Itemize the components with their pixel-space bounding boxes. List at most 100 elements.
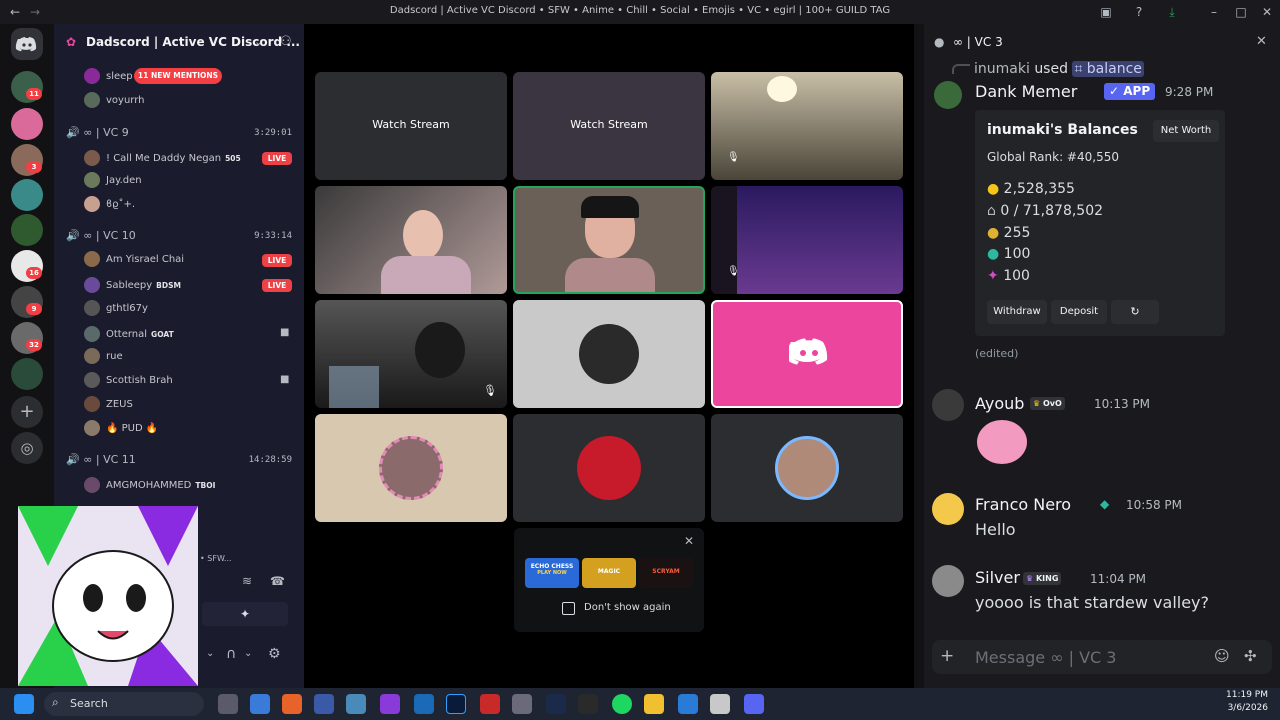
voice-member[interactable]: ! Call Me Daddy Negan 505	[84, 150, 241, 168]
avatar[interactable]	[934, 81, 962, 109]
download-icon[interactable]: ⤓	[1163, 3, 1181, 21]
voice-channel-vc10[interactable]: 🔊 ∞ | VC 10	[66, 227, 136, 245]
firefox-icon[interactable]	[282, 694, 302, 714]
settings-gear-icon[interactable]: ⚙	[268, 646, 281, 662]
app-icon[interactable]	[678, 694, 698, 714]
bot-username[interactable]: Dank Memer	[975, 82, 1077, 101]
stream-tile[interactable]: Watch Stream	[513, 72, 705, 180]
game-card-echo-chess[interactable]: ECHO CHESS PLAY NOW	[525, 558, 579, 588]
close-icon[interactable]: ✕	[1256, 34, 1267, 49]
server-icon[interactable]	[11, 358, 43, 390]
voice-member[interactable]: Am Yisrael Chai	[84, 251, 184, 269]
avatar[interactable]	[932, 493, 964, 525]
avatar-tile[interactable]	[513, 414, 705, 522]
voice-channel-vc9[interactable]: 🔊 ∞ | VC 9	[66, 124, 129, 142]
video-tile[interactable]: 🎙	[315, 300, 507, 408]
app-icon[interactable]	[380, 694, 400, 714]
notepad-icon[interactable]	[346, 694, 366, 714]
add-server-icon[interactable]: +	[11, 396, 43, 428]
message-username[interactable]: Franco Nero	[975, 495, 1071, 514]
voice-member[interactable]: rue	[84, 348, 123, 366]
refresh-button[interactable]: ↻	[1111, 300, 1159, 324]
task-view-icon[interactable]	[218, 694, 238, 714]
inbox-icon[interactable]: ▣	[1097, 3, 1115, 21]
video-tile-speaking[interactable]	[513, 186, 705, 294]
server-icon[interactable]	[11, 179, 43, 211]
dont-show-checkbox[interactable]	[562, 602, 575, 615]
photoshop-icon[interactable]	[446, 694, 466, 714]
voice-channel-vc11[interactable]: 🔊 ∞ | VC 11	[66, 451, 136, 469]
voice-member[interactable]: Otternal GOAT	[84, 326, 174, 344]
voice-member[interactable]: ZEUS	[84, 396, 133, 414]
voice-member[interactable]: Sableepy BDSM	[84, 277, 181, 295]
steam-icon[interactable]	[546, 694, 566, 714]
user-avatar	[775, 436, 839, 500]
file-explorer-icon[interactable]	[644, 694, 664, 714]
watch-stream-label: Watch Stream	[570, 118, 648, 131]
app-icon[interactable]	[710, 694, 730, 714]
member-item[interactable]: voyurrh	[84, 92, 145, 110]
server-icon[interactable]	[11, 108, 43, 140]
windows-start-icon[interactable]	[14, 694, 34, 714]
avatar-tile[interactable]	[315, 414, 507, 522]
chevron-down-icon[interactable]: ⌄	[206, 648, 214, 659]
disconnect-icon[interactable]: ☎	[270, 574, 285, 588]
maximize-icon[interactable]: □	[1232, 3, 1250, 21]
avatar-tile[interactable]	[711, 414, 903, 522]
command-mention[interactable]: ⌗ balance	[1072, 61, 1144, 77]
help-icon[interactable]: ?	[1130, 3, 1148, 21]
stream-tile[interactable]: 🎙	[711, 186, 903, 294]
member-name: sleep	[106, 71, 133, 82]
apps-icon[interactable]: ✣	[1244, 647, 1257, 665]
audio-app-icon[interactable]	[578, 694, 598, 714]
copilot-icon[interactable]	[250, 694, 270, 714]
app-icon[interactable]	[480, 694, 500, 714]
avatar-tile[interactable]	[711, 300, 903, 408]
close-window-icon[interactable]: ✕	[1258, 3, 1276, 21]
message-input[interactable]: + Message ∞ | VC 3 ☺ ✣	[932, 640, 1272, 674]
new-mentions-pill[interactable]: 11 NEW MENTIONS	[134, 68, 222, 84]
voice-member[interactable]: ϐϱ˚+.	[84, 196, 135, 214]
member-item[interactable]: sleep	[84, 68, 133, 86]
taskbar-search[interactable]: ⌕ Search	[44, 692, 204, 716]
voice-member[interactable]: 🔥 PUD 🔥	[84, 420, 158, 438]
withdraw-button[interactable]: Withdraw	[987, 300, 1047, 324]
app-icon[interactable]	[414, 694, 434, 714]
chevron-down-icon[interactable]: ⌄	[254, 35, 263, 48]
game-card-magic[interactable]: MAGIC	[582, 558, 636, 588]
voice-member[interactable]: gthtl67y	[84, 300, 148, 318]
avatar-tile[interactable]	[513, 300, 705, 408]
close-icon[interactable]: ✕	[684, 534, 694, 548]
chevron-down-icon[interactable]: ⌄	[244, 648, 252, 659]
guild-name[interactable]: Dadscord | Active VC Discord ...	[54, 24, 304, 62]
stream-tile[interactable]: Watch Stream	[315, 72, 507, 180]
avatar[interactable]	[932, 565, 964, 597]
noise-suppression-icon[interactable]: ≋	[242, 574, 252, 588]
server-icon[interactable]	[11, 214, 43, 246]
spotify-icon[interactable]	[612, 694, 632, 714]
avatar[interactable]	[932, 389, 964, 421]
game-card-scryam[interactable]: SCRYAM	[639, 558, 693, 588]
emoji-icon[interactable]: ☺	[1214, 647, 1230, 665]
settings-icon[interactable]	[512, 694, 532, 714]
invite-people-icon[interactable]: ⚇	[280, 34, 292, 49]
reply-preview[interactable]: inumaki used ⌗ balance	[974, 61, 1144, 77]
voice-member[interactable]: AMGMOHAMMED TBOI	[84, 477, 215, 495]
voice-member[interactable]: Jay.den	[84, 172, 142, 190]
discord-taskbar-icon[interactable]	[744, 694, 764, 714]
video-tile[interactable]	[315, 186, 507, 294]
video-tile[interactable]: 🎙	[711, 72, 903, 180]
discord-home-icon[interactable]	[11, 28, 43, 60]
avatar	[84, 348, 100, 364]
voice-member[interactable]: Scottish Brah	[84, 372, 173, 390]
discover-compass-icon[interactable]: ◎	[11, 432, 43, 464]
activities-button[interactable]: ✦	[202, 602, 288, 626]
message-username[interactable]: Ayoub	[975, 394, 1024, 413]
deposit-button[interactable]: Deposit	[1051, 300, 1107, 324]
app-icon[interactable]	[314, 694, 334, 714]
net-worth-button[interactable]: Net Worth	[1153, 120, 1219, 142]
attach-plus-icon[interactable]: +	[940, 646, 954, 666]
message-username[interactable]: Silver	[975, 568, 1020, 587]
minimize-icon[interactable]: –	[1205, 3, 1223, 21]
headphones-icon[interactable]: ∩	[226, 646, 236, 662]
